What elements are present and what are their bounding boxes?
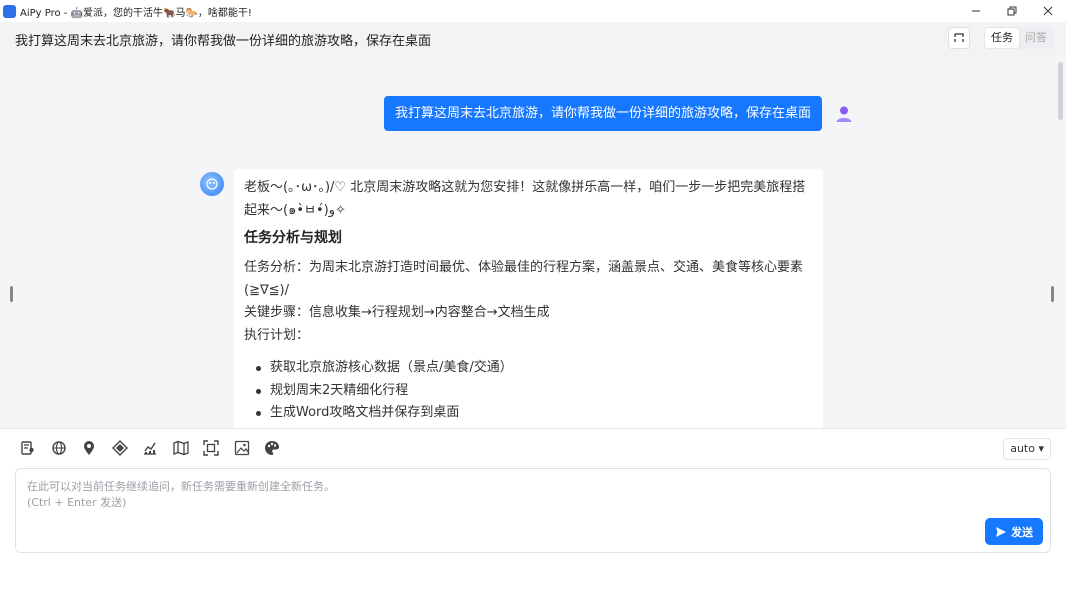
plan-list: 获取北京旅游核心数据（景点/美食/交通） 规划周末2天精细化行程 生成Word攻… bbox=[244, 357, 813, 425]
scan-icon[interactable] bbox=[202, 439, 220, 457]
header-actions: 任务 问答 bbox=[948, 27, 1054, 49]
gem-icon[interactable] bbox=[111, 439, 129, 457]
chat-area[interactable]: 我打算这周末去北京旅游，请你帮我做一份详细的旅游攻略，保存在桌面 老板～(｡･ω… bbox=[0, 56, 1066, 428]
app-logo-icon bbox=[3, 4, 16, 18]
chart-icon[interactable] bbox=[141, 439, 159, 457]
export-button[interactable] bbox=[948, 27, 970, 49]
user-avatar-icon bbox=[832, 102, 856, 126]
image-icon[interactable] bbox=[233, 439, 251, 457]
palette-icon[interactable] bbox=[263, 439, 281, 457]
mode-switch: 任务 问答 bbox=[984, 27, 1054, 49]
tab-task[interactable]: 任务 bbox=[985, 28, 1019, 48]
tab-qa[interactable]: 问答 bbox=[1019, 28, 1053, 48]
task-analysis: 任务分析：为周末北京游打造时间最优、体验最佳的行程方案，涵盖景点、交通、美食等核… bbox=[244, 260, 804, 298]
map-icon[interactable] bbox=[172, 439, 190, 457]
key-steps: 关键步骤：信息收集→行程规划→内容整合→文档生成 bbox=[244, 305, 550, 320]
location-pin-icon[interactable] bbox=[80, 439, 98, 457]
tool-icons bbox=[19, 439, 294, 457]
minimize-button[interactable] bbox=[958, 0, 994, 22]
list-item: 获取北京旅游核心数据（景点/美食/交通） bbox=[244, 357, 813, 380]
restore-icon bbox=[1007, 6, 1017, 16]
bracket-icon bbox=[954, 33, 964, 42]
task-header: 我打算这周末去北京旅游，请你帮我做一份详细的旅游攻略，保存在桌面 任务 问答 bbox=[0, 22, 1066, 56]
model-select[interactable]: auto ▾ bbox=[1003, 438, 1051, 460]
send-button[interactable]: 发送 bbox=[985, 518, 1043, 545]
title-bar: AiPy Pro - 🤖爱派，您的干活牛🐂马🐎，啥都能干! bbox=[0, 0, 1066, 22]
list-item: 规划周末2天精细化行程 bbox=[244, 380, 813, 403]
close-icon bbox=[1043, 6, 1053, 16]
user-message: 我打算这周末去北京旅游，请你帮我做一份详细的旅游攻略，保存在桌面 bbox=[383, 96, 856, 131]
minimize-icon bbox=[972, 10, 980, 12]
user-message-bubble: 我打算这周末去北京旅游，请你帮我做一份详细的旅游攻略，保存在桌面 bbox=[383, 96, 822, 131]
window-title: AiPy Pro - 🤖爱派，您的干活牛🐂马🐎，啥都能干! bbox=[20, 7, 252, 19]
close-button[interactable] bbox=[1030, 0, 1066, 22]
app-window: AiPy Pro - 🤖爱派，您的干活牛🐂马🐎，啥都能干! 我打算这周末去北京旅… bbox=[0, 0, 1066, 589]
maximize-button[interactable] bbox=[994, 0, 1030, 22]
list-item: 生成Word攻略文档并保存到桌面 bbox=[244, 402, 813, 425]
send-icon bbox=[996, 526, 1006, 537]
task-title: 我打算这周末去北京旅游，请你帮我做一份详细的旅游攻略，保存在桌面 bbox=[15, 33, 432, 49]
left-resize-handle[interactable] bbox=[10, 286, 13, 302]
window-controls bbox=[958, 0, 1066, 22]
input-toolbar: auto ▾ bbox=[0, 428, 1066, 466]
bot-intro: 老板～(｡･ω･｡)/♡ 北京周末游攻略这就为您安排！这就像拼乐高一样，咱们一步… bbox=[244, 180, 806, 218]
globe-icon[interactable] bbox=[50, 439, 68, 457]
input-placeholder: 在此可以对当前任务继续追问，新任务需要重新创建全新任务。 (Ctrl + Ent… bbox=[27, 480, 335, 509]
send-label: 发送 bbox=[1011, 525, 1033, 539]
chat-scrollbar[interactable] bbox=[1058, 62, 1063, 120]
plan-label: 执行计划： bbox=[244, 327, 310, 343]
user-doc-icon[interactable] bbox=[19, 439, 37, 457]
bot-message: 老板～(｡･ω･｡)/♡ 北京周末游攻略这就为您安排！这就像拼乐高一样，咱们一步… bbox=[234, 169, 823, 428]
bot-heading: 任务分析与规划 bbox=[244, 230, 342, 246]
message-input[interactable]: 在此可以对当前任务继续追问，新任务需要重新创建全新任务。 (Ctrl + Ent… bbox=[15, 468, 1051, 553]
bot-avatar-icon bbox=[200, 172, 224, 196]
right-resize-handle[interactable] bbox=[1051, 286, 1054, 302]
